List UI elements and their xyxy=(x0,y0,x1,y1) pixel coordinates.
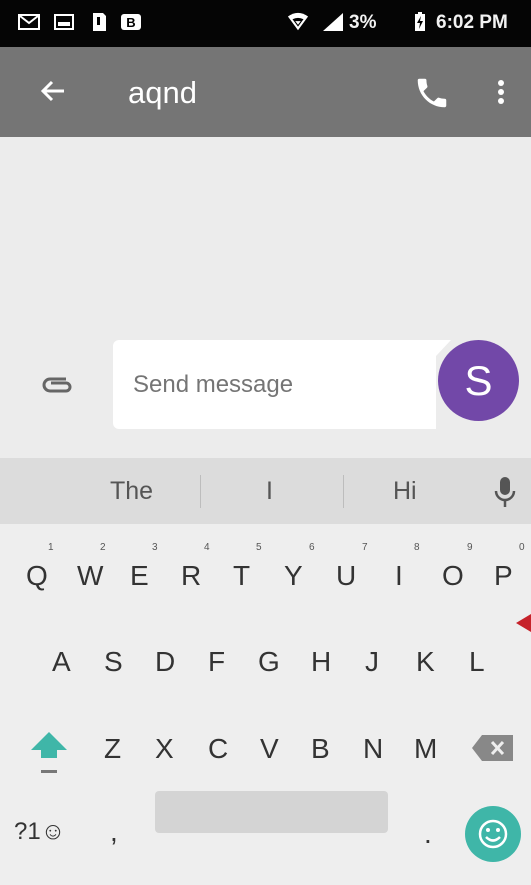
arrow-left-icon[interactable] xyxy=(34,71,74,111)
smiley-icon xyxy=(478,819,508,849)
avatar[interactable]: S xyxy=(438,340,519,421)
red-arrow-marker xyxy=(516,612,531,634)
svg-text:B: B xyxy=(126,15,135,30)
key-v[interactable]: V xyxy=(260,733,279,765)
key-z[interactable]: Z xyxy=(104,733,121,765)
key-q[interactable]: Q xyxy=(26,560,48,592)
more-vertical-icon[interactable] xyxy=(486,71,516,111)
key-i[interactable]: I xyxy=(395,560,403,592)
gallery-icon xyxy=(53,11,75,33)
key-t-number: 5 xyxy=(256,542,262,553)
gmail-icon xyxy=(18,11,40,33)
sim-icon xyxy=(88,11,110,33)
key-d[interactable]: D xyxy=(155,646,175,678)
space-bar[interactable] xyxy=(155,791,388,833)
backspace-icon[interactable] xyxy=(470,733,516,763)
key-b[interactable]: B xyxy=(311,733,330,765)
emoji-button[interactable] xyxy=(465,806,521,862)
key-r[interactable]: R xyxy=(181,560,201,592)
suggestion-the[interactable]: The xyxy=(110,477,153,506)
key-q-number: 1 xyxy=(48,542,54,553)
key-x[interactable]: X xyxy=(155,733,174,765)
key-y-number: 6 xyxy=(309,542,315,553)
key-l[interactable]: L xyxy=(469,646,485,678)
key-o-number: 9 xyxy=(467,542,473,553)
battery-icon xyxy=(409,11,431,33)
key-i-number: 8 xyxy=(414,542,420,553)
suggestion-divider xyxy=(343,475,344,508)
key-p[interactable]: P xyxy=(494,560,513,592)
key-s[interactable]: S xyxy=(104,646,123,678)
b-icon: B xyxy=(120,11,142,33)
suggestion-strip: The I Hi xyxy=(0,458,531,524)
key-e[interactable]: E xyxy=(130,560,149,592)
wifi-icon xyxy=(287,11,309,33)
key-a[interactable]: A xyxy=(52,646,71,678)
key-p-number: 0 xyxy=(519,542,525,553)
suggestion-hi[interactable]: Hi xyxy=(393,477,417,506)
key-w[interactable]: W xyxy=(77,560,103,592)
key-f[interactable]: F xyxy=(208,646,225,678)
symbols-key[interactable]: ?1☺ xyxy=(14,818,65,846)
microphone-icon[interactable] xyxy=(491,475,519,511)
send-message-input[interactable] xyxy=(131,370,395,400)
key-h[interactable]: H xyxy=(311,646,331,678)
key-k[interactable]: K xyxy=(416,646,435,678)
suggestion-divider xyxy=(200,475,201,508)
phone-icon[interactable] xyxy=(413,74,451,112)
status-bar: B 3% 6:02 PM xyxy=(0,0,531,47)
battery-percent: 3% xyxy=(349,12,377,33)
paperclip-icon[interactable] xyxy=(40,373,74,397)
period-key[interactable]: . xyxy=(424,818,432,850)
key-r-number: 4 xyxy=(204,542,210,553)
key-m[interactable]: M xyxy=(414,733,437,765)
key-u-number: 7 xyxy=(362,542,368,553)
suggestion-i[interactable]: I xyxy=(266,477,273,506)
shift-icon[interactable] xyxy=(28,730,70,774)
key-n[interactable]: N xyxy=(363,733,383,765)
key-e-number: 3 xyxy=(152,542,158,553)
key-c[interactable]: C xyxy=(208,733,228,765)
key-g[interactable]: G xyxy=(258,646,280,678)
comma-key[interactable]: , xyxy=(110,816,118,848)
key-u[interactable]: U xyxy=(336,560,356,592)
key-y[interactable]: Y xyxy=(284,560,303,592)
signal-icon xyxy=(322,11,344,33)
conversation-title: aqnd xyxy=(128,75,197,110)
app-bar: aqnd xyxy=(0,47,531,137)
message-box[interactable] xyxy=(113,340,451,429)
key-o[interactable]: O xyxy=(442,560,464,592)
key-j[interactable]: J xyxy=(365,646,379,678)
clock: 6:02 PM xyxy=(436,12,508,33)
key-w-number: 2 xyxy=(100,542,106,553)
key-t[interactable]: T xyxy=(233,560,250,592)
